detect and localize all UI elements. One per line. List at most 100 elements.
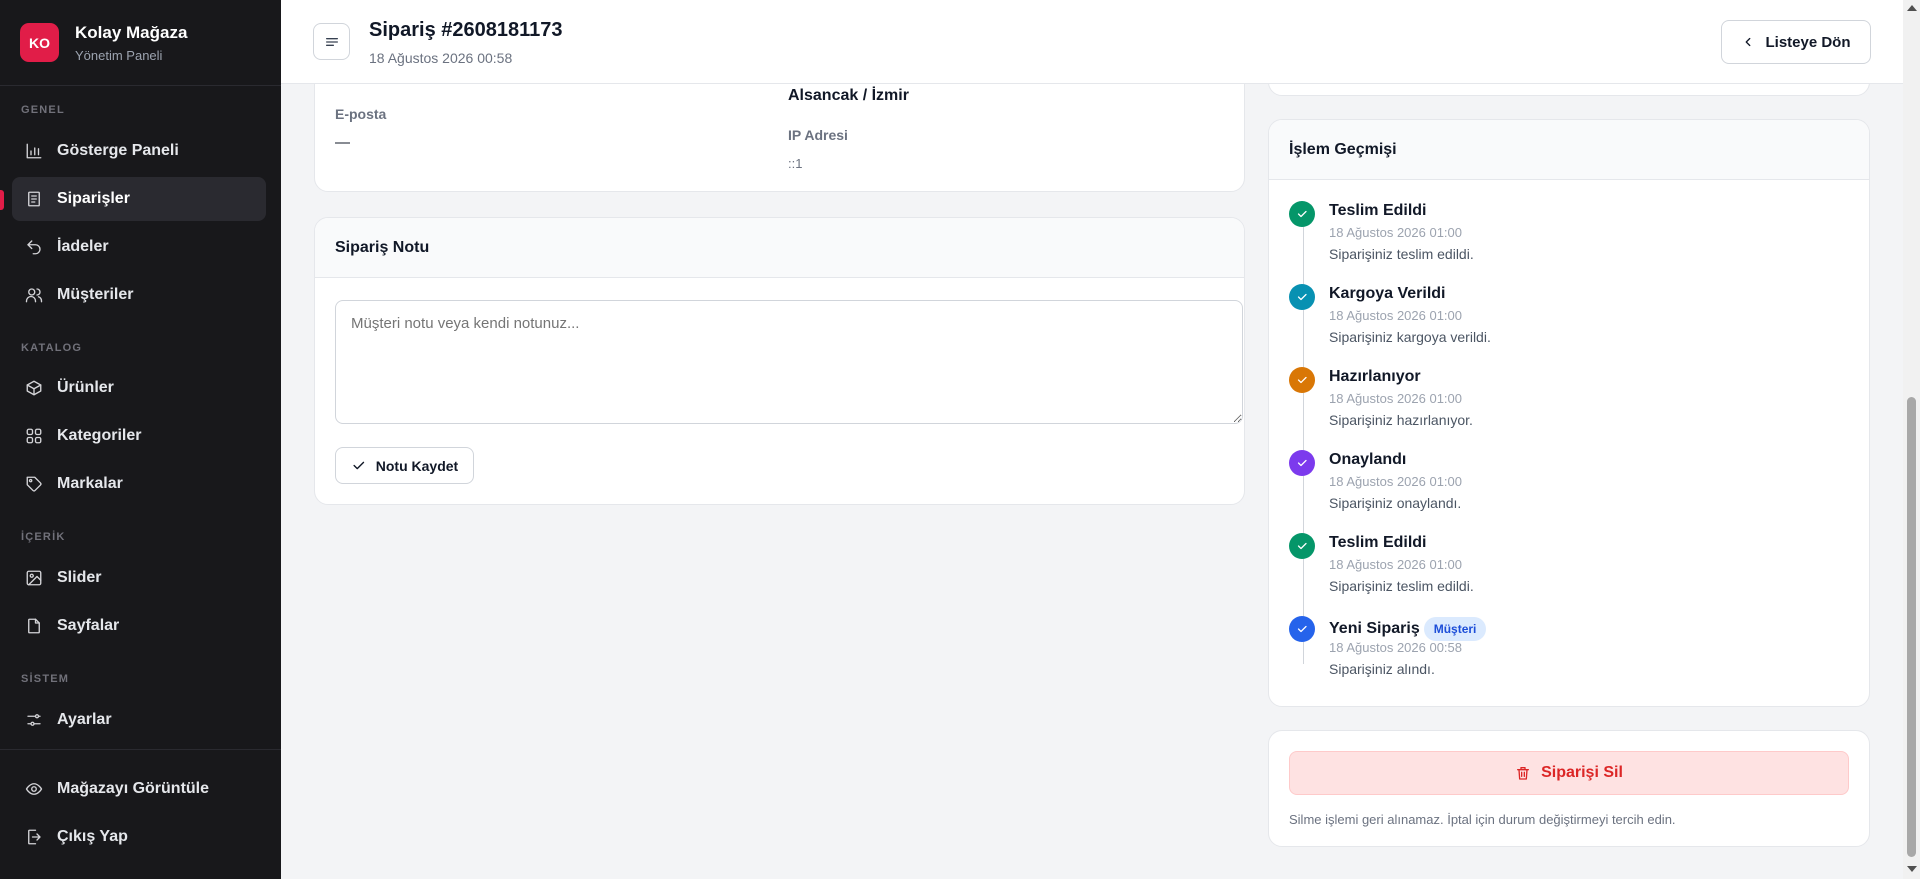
timeline-title: Onaylandı bbox=[1329, 451, 1406, 469]
timeline-title: Yeni Sipariş Müşteri bbox=[1329, 617, 1487, 641]
bar-chart-icon bbox=[25, 142, 43, 160]
save-note-button[interactable]: Notu Kaydet bbox=[335, 447, 474, 484]
sidebar-item-returns[interactable]: İadeler bbox=[12, 225, 266, 269]
timeline-description: Siparişiniz teslim edildi. bbox=[1329, 578, 1474, 594]
timeline-description: Siparişiniz kargoya verildi. bbox=[1329, 329, 1491, 345]
status-check-icon bbox=[1289, 450, 1315, 476]
box-icon bbox=[25, 379, 43, 397]
sidebar-item-label: İadeler bbox=[57, 238, 109, 255]
section-system: SİSTEM bbox=[21, 673, 70, 685]
ip-label: IP Adresi bbox=[788, 127, 848, 143]
timeline-title-text: Yeni Sipariş bbox=[1329, 620, 1420, 638]
timeline-title-text: Teslim Edildi bbox=[1329, 202, 1427, 219]
sidebar-item-pages[interactable]: Sayfalar bbox=[12, 604, 266, 648]
timeline-date: 18 Ağustos 2026 01:00 bbox=[1329, 308, 1463, 323]
save-note-label: Notu Kaydet bbox=[375, 457, 459, 474]
actor-badge: Müşteri bbox=[1423, 617, 1487, 641]
sidebar-item-logout[interactable]: Çıkış Yap bbox=[12, 815, 266, 859]
scroll-thumb[interactable] bbox=[1907, 397, 1916, 857]
chevron-left-icon bbox=[1746, 37, 1751, 47]
sidebar-item-dashboard[interactable]: Gösterge Paneli bbox=[12, 129, 266, 173]
timeline-title-text: Teslim Edildi bbox=[1329, 534, 1427, 551]
sidebar-item-products[interactable]: Ürünler bbox=[12, 366, 266, 410]
sidebar-item-label: Ürünler bbox=[57, 379, 114, 396]
timeline-description: Siparişiniz alındı. bbox=[1329, 661, 1435, 677]
sliders-icon bbox=[25, 711, 43, 729]
active-indicator bbox=[0, 190, 4, 210]
timeline-description: Siparişiniz hazırlanıyor. bbox=[1329, 412, 1473, 428]
danger-zone-card: Siparişi Sil Silme işlemi geri alınamaz.… bbox=[1268, 730, 1870, 847]
image-icon bbox=[25, 569, 43, 587]
order-date: 18 Ağustos 2026 00:58 bbox=[369, 50, 513, 66]
timeline-date: 18 Ağustos 2026 01:00 bbox=[1329, 557, 1463, 572]
timeline-title-text: Hazırlanıyor bbox=[1329, 368, 1421, 385]
status-check-icon bbox=[1289, 616, 1315, 642]
delete-order-label: Siparişi Sil bbox=[1541, 764, 1623, 781]
menu-icon bbox=[325, 37, 338, 46]
delete-order-button[interactable]: Siparişi Sil bbox=[1289, 751, 1849, 795]
brand[interactable]: KO Kolay Mağaza Yönetim Paneli bbox=[0, 0, 281, 86]
back-to-list-button[interactable]: Listeye Dön bbox=[1721, 20, 1871, 64]
email-label: E-posta bbox=[335, 106, 387, 122]
sidebar-item-label: Sayfalar bbox=[57, 617, 120, 634]
page-scrollbar[interactable] bbox=[1903, 0, 1920, 879]
timeline-title-text: Kargoya Verildi bbox=[1329, 285, 1446, 302]
brand-name: Kolay Mağaza bbox=[75, 22, 188, 42]
back-button-label: Listeye Dön bbox=[1765, 33, 1851, 51]
status-check-icon bbox=[1289, 533, 1315, 559]
location-value: Alsancak / İzmir bbox=[788, 87, 909, 104]
scroll-up-arrow[interactable] bbox=[1907, 5, 1917, 11]
timeline-description: Siparişiniz onaylandı. bbox=[1329, 495, 1462, 511]
section-general: GENEL bbox=[21, 104, 65, 116]
email-value: — bbox=[335, 134, 350, 151]
sidebar-item-label: Çıkış Yap bbox=[57, 828, 128, 845]
sidebar-item-label: Mağazayı Görüntüle bbox=[57, 780, 210, 797]
sidebar-item-orders[interactable]: Siparişler bbox=[12, 177, 266, 221]
section-catalog: KATALOG bbox=[21, 342, 83, 354]
timeline-date: 18 Ağustos 2026 00:58 bbox=[1329, 640, 1463, 655]
eye-icon bbox=[25, 780, 43, 798]
timeline-title: Teslim Edildi bbox=[1329, 202, 1427, 220]
trash-icon bbox=[1517, 767, 1530, 780]
sidebar-item-label: Gösterge Paneli bbox=[57, 142, 179, 159]
receipt-icon bbox=[25, 190, 43, 208]
timeline-description: Siparişiniz teslim edildi. bbox=[1329, 246, 1474, 262]
sidebar-item-brands[interactable]: Markalar bbox=[12, 462, 266, 506]
status-check-icon bbox=[1289, 367, 1315, 393]
sidebar-item-view-store[interactable]: Mağazayı Görüntüle bbox=[12, 767, 266, 811]
timeline-title: Hazırlanıyor bbox=[1329, 368, 1421, 386]
sidebar-item-label: Kategoriler bbox=[57, 427, 142, 444]
sidebar: KO Kolay Mağaza Yönetim Paneli GENEL Gös… bbox=[0, 0, 281, 879]
sidebar-divider bbox=[0, 749, 281, 750]
users-icon bbox=[25, 286, 43, 304]
page-header: Sipariş #2608181173 18 Ağustos 2026 00:5… bbox=[281, 0, 1903, 84]
scroll-down-arrow[interactable] bbox=[1907, 866, 1917, 872]
sidebar-item-categories[interactable]: Kategoriler bbox=[12, 414, 266, 458]
logout-icon bbox=[25, 828, 43, 846]
check-icon bbox=[353, 461, 364, 470]
order-note-input[interactable] bbox=[335, 300, 1243, 424]
sidebar-item-slider[interactable]: Slider bbox=[12, 556, 266, 600]
timeline-date: 18 Ağustos 2026 01:00 bbox=[1329, 474, 1463, 489]
status-check-icon bbox=[1289, 284, 1315, 310]
grid-icon bbox=[25, 427, 43, 445]
order-note-card: Sipariş Notu Notu Kaydet bbox=[314, 217, 1245, 505]
page-title: Sipariş #2608181173 bbox=[369, 19, 563, 41]
menu-toggle-button[interactable] bbox=[313, 23, 350, 60]
sidebar-item-label: Slider bbox=[57, 569, 102, 586]
sidebar-item-customers[interactable]: Müşteriler bbox=[12, 273, 266, 317]
sidebar-item-label: Müşteriler bbox=[57, 286, 134, 303]
section-content: İÇERİK bbox=[21, 531, 66, 543]
sidebar-item-label: Ayarlar bbox=[57, 711, 112, 728]
brand-logo: KO bbox=[20, 23, 59, 62]
ip-value: ::1 bbox=[788, 156, 803, 171]
status-check-icon bbox=[1289, 201, 1315, 227]
file-icon bbox=[25, 617, 43, 635]
history-card: İşlem Geçmişi Teslim Edildi 18 Ağustos 20… bbox=[1268, 119, 1870, 707]
sidebar-item-settings[interactable]: Ayarlar bbox=[12, 698, 266, 742]
timeline-line bbox=[1303, 204, 1304, 664]
tag-icon bbox=[25, 475, 43, 493]
delete-warning: Silme işlemi geri alınamaz. İptal için d… bbox=[1289, 812, 1676, 827]
sidebar-item-label: Markalar bbox=[57, 475, 123, 492]
card-title: İşlem Geçmişi bbox=[1269, 120, 1869, 180]
